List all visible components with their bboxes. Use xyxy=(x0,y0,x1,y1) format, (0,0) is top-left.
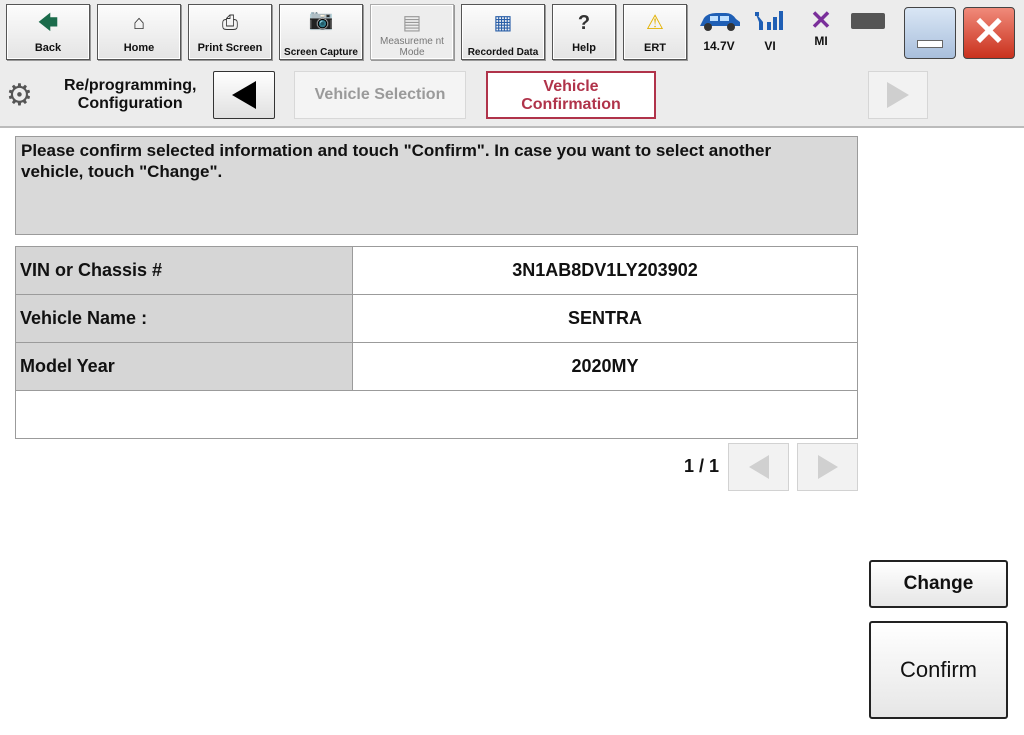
recorded-data-icon: ▦ xyxy=(493,12,513,34)
table-row-empty xyxy=(15,390,858,439)
model-year-value: 2020MY xyxy=(352,342,858,391)
mi-status: ✕ MI xyxy=(802,5,840,48)
nav-back-button[interactable] xyxy=(213,71,275,119)
table-row: Model Year 2020MY xyxy=(15,342,858,391)
page-next-icon xyxy=(817,455,838,479)
reprogramming-icon: ⚙ xyxy=(6,79,33,112)
main-toolbar: 🡄 Back ⌂ Home ⎙ Print Screen 📷 Screen Ca… xyxy=(0,0,1024,67)
print-screen-label: Print Screen xyxy=(197,42,263,54)
ert-label: ERT xyxy=(644,42,666,54)
help-label: Help xyxy=(572,42,596,54)
change-button[interactable]: Change xyxy=(869,560,1008,608)
triangle-right-icon xyxy=(887,82,909,108)
recorded-data-label: Recorded Data xyxy=(467,47,539,58)
voltage-label: 14.7V xyxy=(703,39,735,53)
triangle-left-icon xyxy=(232,81,256,109)
breadcrumb-root-label: Re/programming, Configuration xyxy=(64,77,196,113)
vehicle-name-value: SENTRA xyxy=(352,294,858,343)
recorded-data-button[interactable]: ▦ Recorded Data xyxy=(461,4,545,60)
back-button[interactable]: 🡄 Back xyxy=(6,4,90,60)
vi-label: VI xyxy=(764,39,776,53)
breadcrumb-vehicle-confirmation: Vehicle Confirmation xyxy=(486,71,656,119)
page-indicator: 1 / 1 xyxy=(684,456,720,476)
nav-forward-button[interactable] xyxy=(868,71,928,119)
measurement-icon: ▤ xyxy=(402,12,422,34)
table-row: Vehicle Name : SENTRA xyxy=(15,294,858,343)
car-icon xyxy=(700,13,740,31)
print-screen-button[interactable]: ⎙ Print Screen xyxy=(188,4,272,60)
vi-status: VI xyxy=(750,8,790,53)
breadcrumb-vehicle-confirmation-line2: Confirmation xyxy=(521,96,621,113)
breadcrumb-vehicle-confirmation-line1: Vehicle xyxy=(543,78,599,95)
vin-value: 3N1AB8DV1LY203902 xyxy=(352,246,858,295)
page-prev-icon xyxy=(748,455,769,479)
empty-cell xyxy=(15,390,858,439)
table-row: VIN or Chassis # 3N1AB8DV1LY203902 xyxy=(15,246,858,295)
ert-button[interactable]: ⚠ ERT xyxy=(623,4,687,60)
home-button[interactable]: ⌂ Home xyxy=(97,4,181,60)
status-battery-icon xyxy=(851,13,885,29)
breadcrumb-root-line1: Re/programming, xyxy=(64,77,197,94)
close-button[interactable]: ✕ xyxy=(963,7,1015,59)
vehicle-info-table: VIN or Chassis # 3N1AB8DV1LY203902 Vehic… xyxy=(15,246,858,439)
help-icon: ? xyxy=(577,12,591,34)
camera-icon: 📷 xyxy=(308,9,334,31)
measurement-mode-button[interactable]: ▤ Measureme nt Mode xyxy=(370,4,454,60)
battery-voltage-status: 14.7V xyxy=(693,8,745,53)
close-icon: ✕ xyxy=(972,10,1006,54)
signal-icon xyxy=(755,11,783,30)
warning-icon: ⚠ xyxy=(646,12,664,34)
home-icon: ⌂ xyxy=(132,12,146,34)
back-arrow-icon: 🡄 xyxy=(37,12,59,34)
confirm-button[interactable]: Confirm xyxy=(869,621,1008,719)
instruction-message: Please confirm selected information and … xyxy=(15,136,858,235)
help-button[interactable]: ? Help xyxy=(552,4,616,60)
navigation-bar: ⚙ Re/programming, Configuration Vehicle … xyxy=(0,66,1024,128)
model-year-label: Model Year xyxy=(15,342,353,391)
screen-capture-label: Screen Capture xyxy=(284,47,358,58)
instruction-line2: vehicle, touch "Change". xyxy=(21,162,223,181)
mi-label: MI xyxy=(814,34,828,48)
page-prev-button[interactable] xyxy=(728,443,789,491)
instruction-line1: Please confirm selected information and … xyxy=(21,141,772,160)
mi-x-icon: ✕ xyxy=(810,5,832,35)
page-next-button[interactable] xyxy=(797,443,858,491)
minimize-button[interactable] xyxy=(904,7,956,59)
breadcrumb-root: ⚙ Re/programming, Configuration xyxy=(6,74,211,118)
back-label: Back xyxy=(34,42,62,54)
printer-icon: ⎙ xyxy=(222,12,238,34)
screen-capture-button[interactable]: 📷 Screen Capture xyxy=(279,4,363,60)
vehicle-name-label: Vehicle Name : xyxy=(15,294,353,343)
vin-label: VIN or Chassis # xyxy=(15,246,353,295)
breadcrumb-root-line2: Configuration xyxy=(77,95,183,112)
measurement-mode-label: Measureme nt Mode xyxy=(380,36,444,58)
home-label: Home xyxy=(123,42,155,54)
breadcrumb-vehicle-selection[interactable]: Vehicle Selection xyxy=(294,71,466,119)
